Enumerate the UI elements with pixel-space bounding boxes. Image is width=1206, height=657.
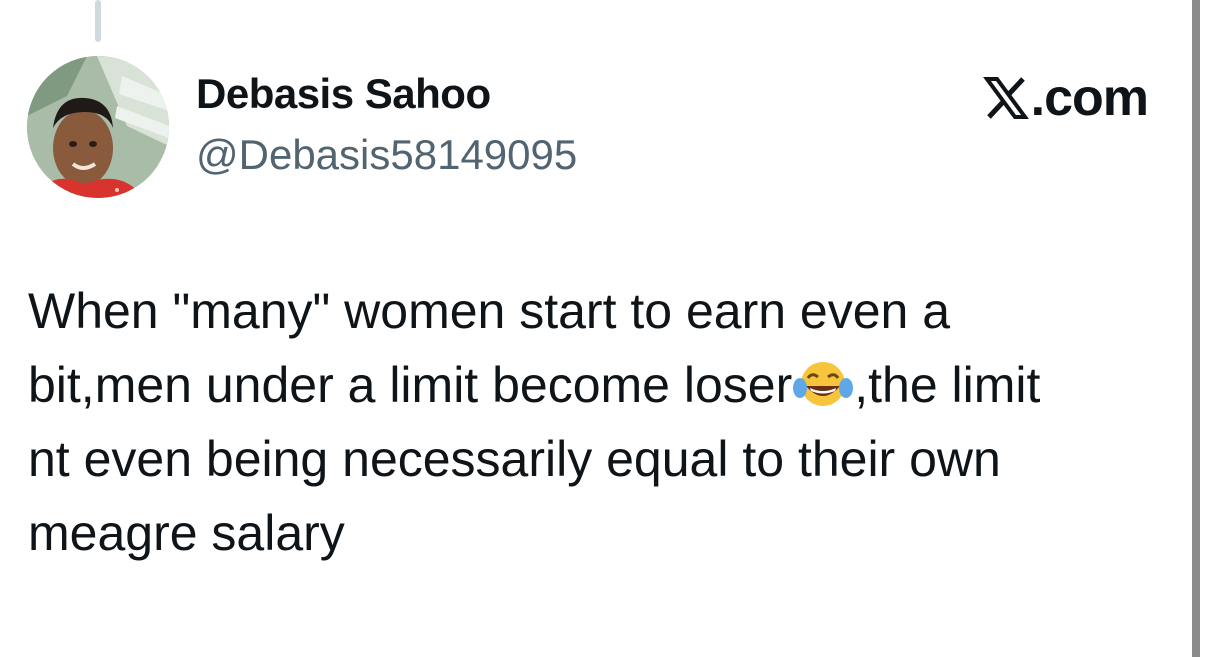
profile-photo-icon (27, 56, 169, 198)
window-edge-divider (1192, 0, 1200, 657)
thread-connector-line (95, 0, 101, 42)
face-with-tears-of-joy-icon (793, 362, 854, 406)
tweet-text: When "many" women start to earn even a b… (28, 274, 1158, 570)
source-watermark: .com (982, 68, 1149, 128)
author-handle[interactable]: @Debasis58149095 (196, 131, 577, 179)
x-logo-icon (982, 77, 1029, 119)
author-display-name[interactable]: Debasis Sahoo (196, 70, 491, 118)
avatar[interactable] (27, 56, 169, 198)
source-label: .com (1030, 69, 1149, 127)
